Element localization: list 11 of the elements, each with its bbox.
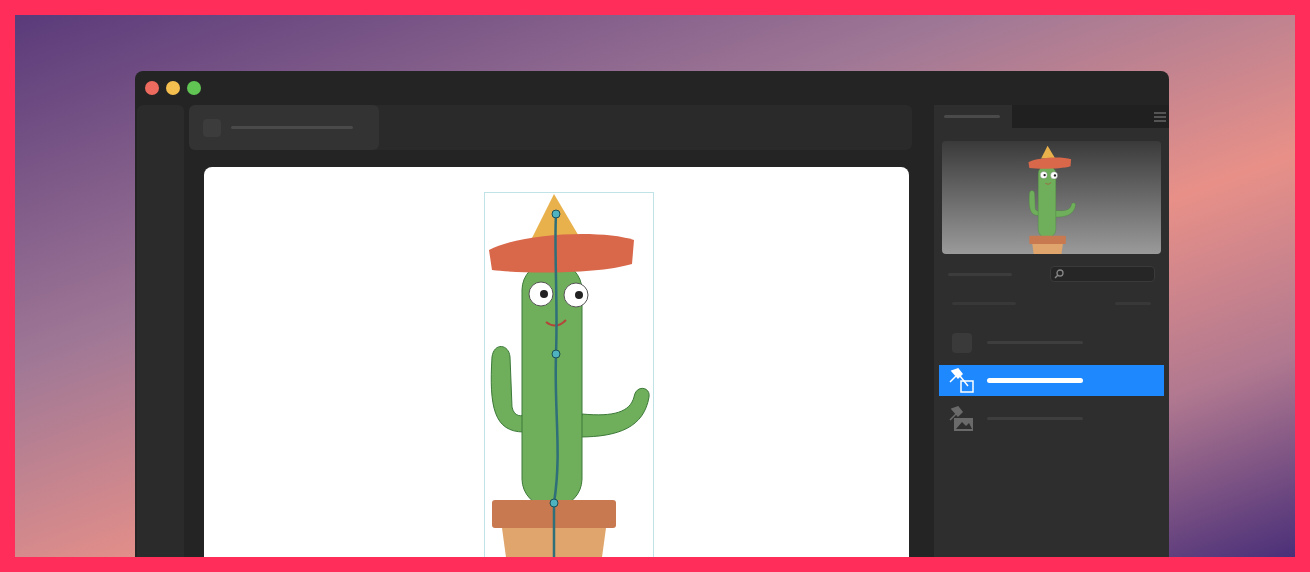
document-tab[interactable] <box>189 105 380 150</box>
close-button[interactable] <box>145 81 159 95</box>
layer-row[interactable] <box>939 365 1164 396</box>
minimize-button[interactable] <box>166 81 180 95</box>
search-field[interactable] <box>1050 266 1155 282</box>
menu-icon[interactable] <box>1154 111 1166 122</box>
pin-box-icon <box>949 367 975 394</box>
pin-image-icon <box>949 405 975 432</box>
zoom-button[interactable] <box>187 81 201 95</box>
search-icon <box>1054 269 1064 279</box>
panel-tab[interactable] <box>934 105 1012 128</box>
